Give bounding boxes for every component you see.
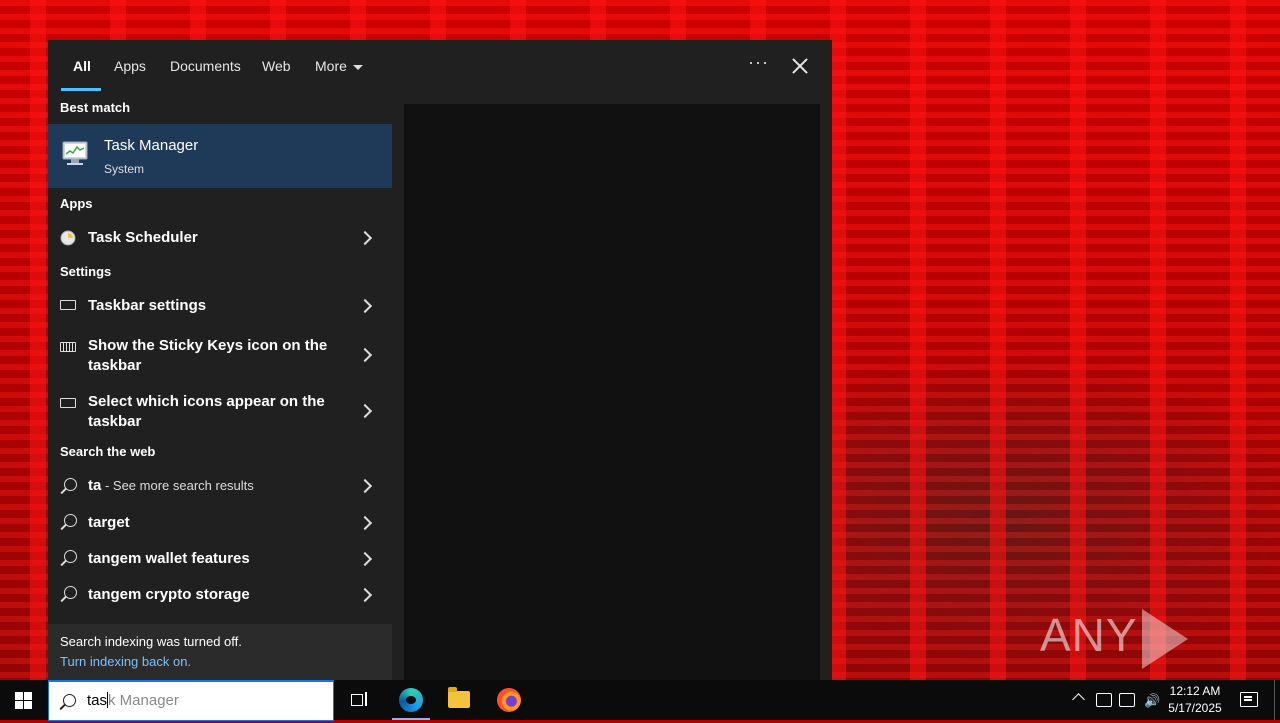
search-input[interactable]: task Manager bbox=[87, 692, 179, 709]
taskbar: task Manager 🔊 12:12 AM 5/17/2025 bbox=[0, 680, 1280, 721]
meet-now-icon[interactable] bbox=[1096, 693, 1112, 707]
file-explorer-icon bbox=[448, 687, 470, 708]
chevron-right-icon[interactable] bbox=[357, 551, 373, 567]
web-result-label: target bbox=[88, 514, 130, 531]
result-label: Task Scheduler bbox=[88, 229, 198, 246]
turn-indexing-on-link[interactable]: Turn indexing back on. bbox=[60, 654, 191, 669]
web-hint: - See more search results bbox=[101, 478, 254, 493]
task-view-button[interactable] bbox=[337, 680, 383, 720]
indexing-message: Search indexing was turned off. bbox=[60, 634, 242, 649]
section-apps: Apps bbox=[60, 196, 93, 211]
start-search-panel: All Apps Documents Web More ··· Best mat… bbox=[48, 40, 832, 680]
best-match-subtitle: System bbox=[104, 162, 145, 176]
taskbar-search-box[interactable]: task Manager bbox=[48, 680, 334, 721]
web-result[interactable]: tangem wallet features bbox=[48, 540, 392, 576]
result-task-scheduler[interactable]: Task Scheduler bbox=[48, 218, 392, 258]
edge-taskbar-button[interactable] bbox=[388, 680, 434, 720]
indexing-notice: Search indexing was turned off. Turn ind… bbox=[48, 624, 392, 680]
chevron-right-icon[interactable] bbox=[357, 298, 373, 314]
start-button[interactable] bbox=[0, 680, 48, 720]
tab-documents[interactable]: Documents bbox=[170, 58, 241, 74]
active-tab-indicator bbox=[61, 88, 101, 91]
system-clock[interactable]: 12:12 AM 5/17/2025 bbox=[1160, 683, 1230, 717]
web-result-label: tangem crypto storage bbox=[88, 586, 250, 603]
web-result[interactable]: tangem crypto storage bbox=[48, 576, 392, 612]
results-list: Best match Task Manager System Apps Task… bbox=[48, 92, 392, 680]
watermark-left-text: ANY bbox=[1040, 609, 1138, 661]
clock-date: 5/17/2025 bbox=[1168, 701, 1222, 715]
taskbar-icon bbox=[60, 398, 76, 408]
search-icon bbox=[63, 694, 76, 707]
web-result[interactable]: ta - See more search results bbox=[48, 466, 392, 502]
clock-time: 12:12 AM bbox=[1169, 684, 1221, 698]
tab-all[interactable]: All bbox=[73, 58, 91, 74]
show-desktop-button[interactable] bbox=[1274, 680, 1275, 720]
web-result-label: tangem wallet features bbox=[88, 550, 250, 567]
show-hidden-icons-chevron-up-icon[interactable] bbox=[1072, 693, 1085, 706]
chevron-right-icon[interactable] bbox=[357, 230, 373, 246]
edge-icon bbox=[399, 688, 423, 712]
task-scheduler-icon bbox=[60, 230, 76, 246]
result-select-icons[interactable]: Select which icons appear on the taskbar bbox=[48, 384, 392, 438]
result-taskbar-settings[interactable]: Taskbar settings bbox=[48, 286, 392, 326]
section-settings: Settings bbox=[60, 264, 112, 279]
action-center-icon[interactable] bbox=[1240, 692, 1258, 707]
chevron-right-icon[interactable] bbox=[357, 515, 373, 531]
tab-apps[interactable]: Apps bbox=[114, 58, 146, 74]
search-icon bbox=[64, 478, 77, 491]
chevron-right-icon[interactable] bbox=[357, 403, 373, 419]
file-explorer-button[interactable] bbox=[436, 680, 482, 720]
keyboard-icon bbox=[60, 342, 76, 352]
web-result[interactable]: target bbox=[48, 504, 392, 540]
result-label: Taskbar settings bbox=[88, 297, 207, 314]
chevron-down-icon bbox=[352, 64, 363, 70]
best-match-item[interactable]: Task Manager System bbox=[48, 124, 392, 188]
chevron-right-icon[interactable] bbox=[357, 587, 373, 603]
chevron-right-icon[interactable] bbox=[357, 478, 373, 494]
search-typed-text: tas bbox=[87, 692, 108, 709]
taskbar-icon bbox=[60, 300, 76, 310]
section-best-match: Best match bbox=[60, 100, 131, 115]
task-manager-icon bbox=[62, 141, 88, 165]
result-label: Select which icons appear on the taskbar bbox=[88, 393, 325, 430]
section-search-web: Search the web bbox=[60, 444, 156, 459]
web-query: ta bbox=[88, 477, 102, 494]
close-icon[interactable] bbox=[788, 54, 812, 78]
firefox-icon bbox=[497, 688, 521, 712]
search-autocomplete: k Manager bbox=[108, 692, 179, 709]
search-tabs: All Apps Documents Web More ··· bbox=[48, 40, 832, 92]
task-view-icon bbox=[351, 692, 367, 706]
tab-more-label: More bbox=[315, 58, 347, 74]
chevron-right-icon[interactable] bbox=[357, 347, 373, 363]
best-match-title: Task Manager bbox=[104, 137, 199, 154]
web-result-label: ta - See more search results bbox=[88, 476, 254, 496]
preview-pane bbox=[404, 104, 820, 680]
search-icon bbox=[64, 586, 77, 599]
network-icon[interactable] bbox=[1119, 693, 1135, 707]
result-label: Show the Sticky Keys icon on the taskbar bbox=[88, 337, 328, 374]
play-icon bbox=[1141, 608, 1188, 669]
firefox-taskbar-button[interactable] bbox=[486, 680, 532, 720]
volume-icon[interactable]: 🔊 bbox=[1144, 693, 1160, 709]
result-sticky-keys[interactable]: Show the Sticky Keys icon on the taskbar bbox=[48, 328, 392, 382]
tab-more[interactable]: More bbox=[315, 58, 363, 74]
tab-web[interactable]: Web bbox=[262, 58, 291, 74]
search-icon bbox=[64, 550, 77, 563]
windows-logo-icon bbox=[15, 692, 32, 709]
more-options-icon[interactable]: ··· bbox=[748, 52, 769, 73]
search-icon bbox=[64, 514, 77, 527]
